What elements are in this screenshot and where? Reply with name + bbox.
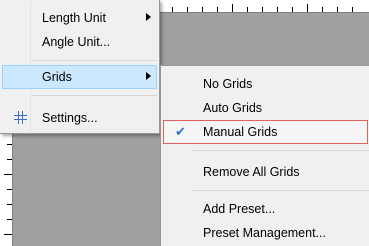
menu-item-settings[interactable]: Settings... xyxy=(2,106,157,130)
menu-item-label: Length Unit xyxy=(42,11,106,25)
submenu-item-label: No Grids xyxy=(203,77,253,91)
main-context-menu: Length Unit Angle Unit... Grids Settings… xyxy=(0,0,160,134)
submenu-item-no-grids[interactable]: No Grids xyxy=(163,72,368,96)
menu-item-angle-unit[interactable]: Angle Unit... xyxy=(2,30,157,54)
menu-separator xyxy=(32,95,157,96)
submenu-item-add-preset[interactable]: Add Preset... xyxy=(163,197,368,221)
menu-item-label: Settings... xyxy=(42,111,98,125)
horizontal-ruler xyxy=(160,0,369,13)
menu-separator xyxy=(32,60,157,61)
grids-submenu: No Grids Auto Grids ✔ Manual Grids Remov… xyxy=(160,65,369,246)
menu-item-length-unit[interactable]: Length Unit xyxy=(2,6,157,30)
vertical-ruler xyxy=(0,134,13,246)
submenu-item-label: Auto Grids xyxy=(203,101,263,115)
submenu-item-manual-grids[interactable]: ✔ Manual Grids xyxy=(163,120,368,144)
grid-icon xyxy=(14,111,27,124)
submenu-item-label: Preset Management... xyxy=(203,226,326,240)
submenu-item-auto-grids[interactable]: Auto Grids xyxy=(163,96,368,120)
submenu-item-remove-all-grids[interactable]: Remove All Grids xyxy=(163,160,368,184)
submenu-item-label: Remove All Grids xyxy=(203,165,300,179)
menu-item-grids[interactable]: Grids xyxy=(2,65,157,89)
submenu-arrow-icon xyxy=(146,72,151,80)
submenu-item-label: Manual Grids xyxy=(203,125,278,139)
menu-item-label: Angle Unit... xyxy=(42,35,111,49)
submenu-item-label: Add Preset... xyxy=(203,202,276,216)
menu-item-label: Grids xyxy=(42,70,72,84)
checkmark-icon: ✔ xyxy=(175,125,186,140)
menu-separator xyxy=(193,150,369,151)
submenu-arrow-icon xyxy=(146,13,151,21)
submenu-item-preset-management[interactable]: Preset Management... xyxy=(163,221,368,245)
menu-separator xyxy=(193,190,369,191)
